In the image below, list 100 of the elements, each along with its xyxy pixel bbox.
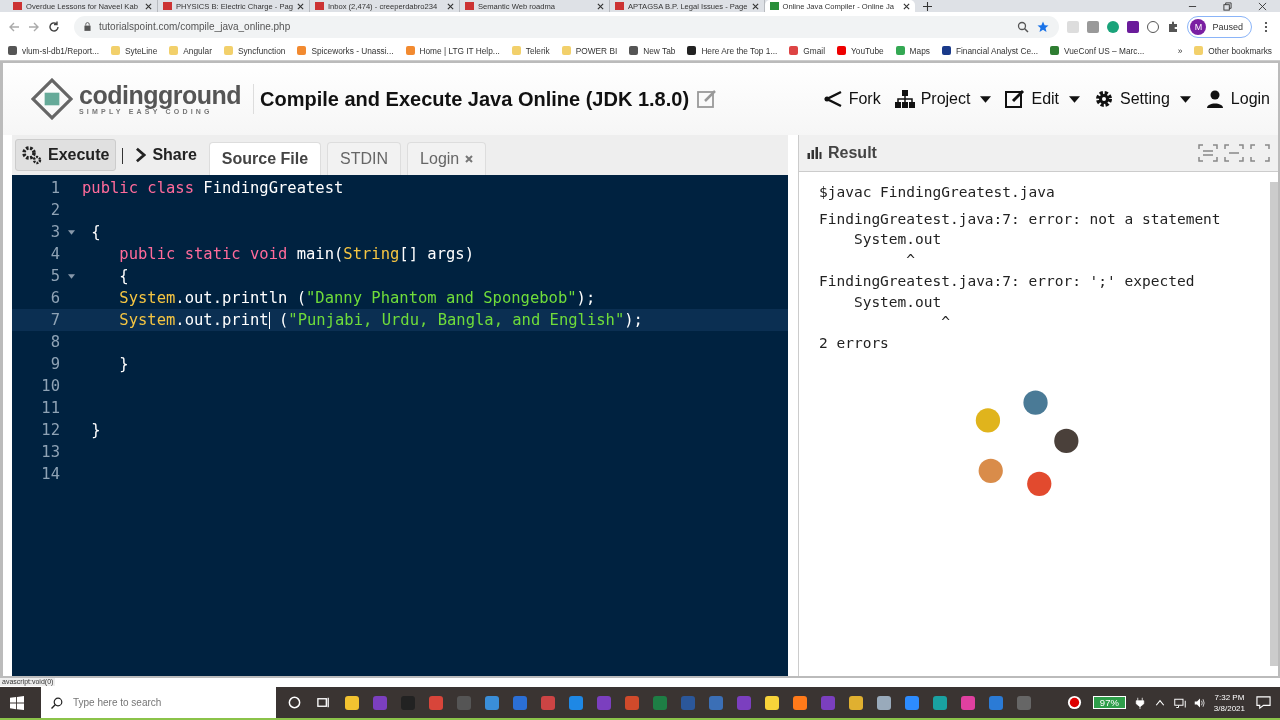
scrollbar[interactable] bbox=[1270, 182, 1278, 666]
bookmark-link[interactable]: Angular bbox=[169, 45, 212, 56]
bookmark-folder[interactable]: Other bookmarks bbox=[1194, 45, 1272, 56]
caret-icon bbox=[1179, 95, 1191, 103]
logo-name: codingground bbox=[79, 83, 242, 108]
clock[interactable]: 7:32 PM 3/8/2021 bbox=[1213, 691, 1245, 714]
bookmark-link[interactable]: YouTube bbox=[837, 45, 884, 56]
fold-icon[interactable] bbox=[67, 273, 75, 279]
app-icon[interactable] bbox=[849, 695, 863, 710]
caret-icon bbox=[1069, 95, 1081, 103]
nav-menu-item[interactable]: Setting bbox=[1094, 89, 1191, 109]
nav-menu-item[interactable]: Login bbox=[1204, 89, 1270, 109]
bookmark-icon bbox=[1050, 46, 1059, 55]
search-input[interactable]: Type here to search bbox=[71, 696, 266, 709]
close-icon[interactable] bbox=[1258, 1, 1267, 11]
logo-icon bbox=[31, 78, 73, 120]
restore-icon[interactable] bbox=[1223, 1, 1232, 11]
code-line: System.out.print ("Punjabi, Urdu, Bangla, and English"); bbox=[118, 311, 643, 329]
nav-menu-item[interactable]: Project bbox=[894, 89, 992, 109]
close-icon[interactable] bbox=[596, 2, 604, 10]
record-icon[interactable] bbox=[1066, 695, 1082, 710]
line-number: 7 bbox=[49, 311, 60, 329]
forward-icon[interactable] bbox=[28, 20, 40, 33]
code-line: public static void main(String[] args) bbox=[118, 245, 474, 263]
gears-icon bbox=[22, 145, 42, 165]
bookmark-icon bbox=[941, 46, 951, 55]
bookmark-link[interactable]: Here Are the Top 1... bbox=[687, 45, 778, 56]
file-tab[interactable]: Source File bbox=[208, 142, 322, 175]
bookmark-link[interactable]: Gmail bbox=[789, 45, 825, 56]
bookmark-icon bbox=[837, 46, 846, 55]
extension-icon[interactable] bbox=[1127, 20, 1140, 33]
output-line: ^ bbox=[905, 251, 917, 271]
cortana-icon[interactable] bbox=[287, 695, 302, 710]
close-icon[interactable] bbox=[902, 2, 910, 10]
new-tab-icon[interactable] bbox=[922, 1, 932, 11]
bookmark-link[interactable]: SyteLine bbox=[111, 45, 158, 56]
panel-title: Result bbox=[828, 144, 877, 162]
execute-button[interactable]: Execute bbox=[15, 139, 117, 171]
collapse-icon[interactable] bbox=[1198, 144, 1218, 162]
code-line: } bbox=[90, 421, 101, 439]
bookmark-link[interactable]: Syncfunction bbox=[223, 45, 286, 56]
bookmark-link[interactable]: Telerik bbox=[511, 45, 550, 56]
fold-icon[interactable] bbox=[67, 229, 75, 235]
search-field[interactable]: Type here to search bbox=[41, 687, 276, 718]
fullscreen-icon[interactable] bbox=[1250, 144, 1270, 162]
app-icon[interactable] bbox=[765, 695, 779, 710]
output-line: $javac FindingGreatest.java bbox=[819, 183, 1056, 202]
bookmark-icon bbox=[297, 46, 307, 55]
app-icon[interactable] bbox=[877, 695, 891, 710]
zoom-icon[interactable] bbox=[1017, 20, 1030, 33]
task-view-icon[interactable] bbox=[316, 695, 331, 710]
output-line: System.out bbox=[852, 230, 943, 250]
chevron-icon bbox=[135, 146, 147, 164]
edit-icon bbox=[1005, 89, 1026, 109]
edit-icon[interactable] bbox=[697, 89, 718, 109]
lock-icon bbox=[84, 22, 91, 31]
close-icon[interactable] bbox=[296, 2, 304, 10]
close-icon[interactable] bbox=[751, 2, 759, 10]
bookmark-link[interactable]: New Tab bbox=[629, 45, 676, 56]
network-icon[interactable] bbox=[1173, 696, 1186, 709]
app-icon[interactable] bbox=[933, 695, 947, 710]
bookmark-link[interactable]: Spiceworks - Unassi... bbox=[297, 45, 394, 56]
reload-icon[interactable] bbox=[48, 20, 60, 33]
nav-menu-item[interactable]: Edit bbox=[1005, 89, 1081, 109]
output-line: ^ bbox=[940, 313, 951, 333]
favicon-icon bbox=[769, 2, 779, 10]
app-icon[interactable] bbox=[793, 695, 807, 710]
code-line: System.out.println ("Danny Phantom and Spongebob"); bbox=[118, 289, 596, 307]
bookmark-link[interactable]: vlum-sl-db1/Report... bbox=[8, 45, 99, 56]
speaker-icon[interactable] bbox=[1193, 696, 1206, 709]
bookmark-link[interactable]: Maps bbox=[895, 45, 930, 56]
bookmark-link[interactable]: Home | LTG IT Help... bbox=[405, 45, 500, 56]
notification-icon[interactable] bbox=[1256, 695, 1271, 710]
app-icon[interactable] bbox=[345, 695, 359, 710]
line-number: 13 bbox=[40, 443, 60, 461]
bookmark-link[interactable]: POWER BI bbox=[561, 45, 618, 56]
app-icon[interactable] bbox=[485, 695, 499, 710]
close-icon[interactable] bbox=[145, 2, 152, 10]
puzzle-icon[interactable] bbox=[1167, 20, 1180, 33]
nav-menu-item[interactable]: Fork bbox=[822, 89, 881, 109]
bookmark-icon bbox=[629, 46, 639, 55]
close-icon[interactable] bbox=[446, 2, 454, 10]
share-button[interactable]: Share bbox=[129, 139, 203, 171]
bookmark-link[interactable]: VueConf US – Marc... bbox=[1050, 45, 1145, 56]
search-icon bbox=[51, 696, 63, 709]
line-number: 4 bbox=[49, 245, 60, 263]
windows-start-icon[interactable] bbox=[10, 695, 24, 710]
plug-icon[interactable] bbox=[1133, 696, 1146, 709]
user-icon bbox=[1204, 89, 1225, 109]
bookmark-link[interactable]: Financial Analyst Ce... bbox=[941, 45, 1038, 56]
file-tab[interactable]: STDIN bbox=[327, 142, 402, 175]
address-bar[interactable]: tutorialspoint.com/compile_java_online.php bbox=[74, 15, 1060, 38]
back-icon[interactable] bbox=[8, 20, 20, 33]
bookmark-icon bbox=[8, 46, 17, 55]
star-icon[interactable] bbox=[1037, 20, 1050, 33]
split-icon[interactable] bbox=[1224, 144, 1244, 162]
app-icon[interactable] bbox=[905, 695, 919, 710]
file-tab[interactable]: Login bbox=[407, 142, 487, 175]
settings-icon bbox=[1094, 89, 1115, 109]
more-bookmarks-button[interactable]: » bbox=[1177, 45, 1183, 56]
